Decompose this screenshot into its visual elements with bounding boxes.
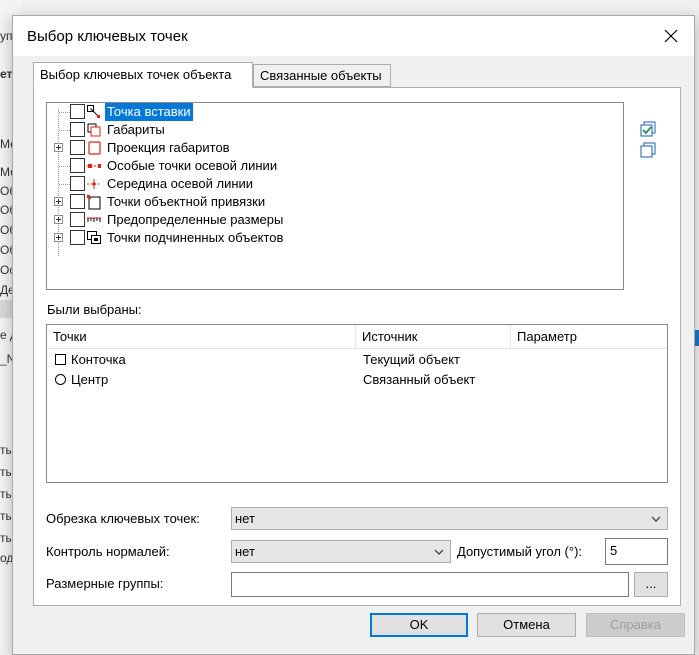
point-source: Текущий объект bbox=[363, 352, 460, 367]
axis-midpoint-icon bbox=[87, 179, 101, 189]
close-icon bbox=[664, 29, 678, 43]
column-header-source[interactable]: Источник bbox=[356, 325, 510, 349]
trim-select[interactable]: нет bbox=[231, 507, 668, 530]
column-header-points[interactable]: Точки bbox=[47, 325, 355, 349]
tree-item-label: Проекция габаритов bbox=[107, 140, 230, 155]
expand-icon[interactable] bbox=[54, 233, 63, 242]
axis-special-points-icon bbox=[87, 164, 101, 168]
angle-input[interactable]: 5 bbox=[605, 538, 668, 565]
key-points-dialog: Выбор ключевых точек Выбор ключевых точе… bbox=[12, 15, 695, 655]
uncheck-all-icon[interactable] bbox=[640, 142, 656, 158]
tree-item-label: Точка вставки bbox=[105, 103, 193, 121]
tree-item-label: Середина осевой линии bbox=[107, 176, 254, 191]
normals-select-value: нет bbox=[235, 544, 255, 559]
chevron-down-icon bbox=[434, 549, 444, 555]
tree-checkbox[interactable] bbox=[70, 158, 85, 173]
square-point-icon bbox=[55, 354, 66, 365]
subordinate-objects-icon bbox=[87, 231, 101, 244]
tree-item[interactable]: Середина осевой линии bbox=[47, 175, 623, 193]
selected-points-label: Были выбраны: bbox=[47, 302, 142, 317]
expand-icon[interactable] bbox=[54, 215, 63, 224]
point-source: Связанный объект bbox=[363, 372, 476, 387]
normals-select[interactable]: нет bbox=[231, 540, 451, 563]
trim-label: Обрезка ключевых точек: bbox=[46, 511, 200, 526]
help-button[interactable]: Справка bbox=[586, 613, 685, 637]
tab-panel: Точка вставки Габариты Проекция габарито… bbox=[33, 87, 681, 606]
normals-label: Контроль нормалей: bbox=[46, 544, 170, 559]
tree-branch bbox=[59, 130, 70, 131]
insert-point-icon bbox=[87, 105, 100, 118]
bounds-projection-icon bbox=[88, 141, 101, 155]
expand-icon[interactable] bbox=[54, 197, 63, 206]
angle-label: Допустимый угол (°): bbox=[457, 544, 583, 559]
check-all-icon[interactable] bbox=[640, 121, 656, 137]
list-item[interactable]: Конточка Текущий объект bbox=[47, 350, 667, 370]
browse-button[interactable]: ... bbox=[634, 572, 668, 597]
tree-item-label: Габариты bbox=[107, 122, 165, 137]
column-header-parameter[interactable]: Параметр bbox=[511, 325, 667, 349]
tree-checkbox[interactable] bbox=[70, 104, 85, 119]
tree-item-label: Точки объектной привязки bbox=[107, 194, 266, 209]
predefined-dimensions-icon bbox=[87, 217, 101, 222]
dimension-groups-label: Размерные группы: bbox=[46, 576, 164, 591]
circle-point-icon bbox=[55, 374, 66, 385]
chevron-down-icon bbox=[651, 516, 661, 522]
ok-button[interactable]: OK bbox=[370, 613, 468, 637]
object-snap-icon bbox=[86, 194, 101, 210]
tree-checkbox[interactable] bbox=[70, 176, 85, 191]
tree-branch bbox=[59, 166, 70, 167]
cancel-button[interactable]: Отмена bbox=[477, 613, 576, 637]
tree-item-label: Особые точки осевой линии bbox=[107, 158, 278, 173]
tree-item[interactable]: Точки объектной привязки bbox=[47, 193, 623, 211]
tab-key-points[interactable]: Выбор ключевых точек объекта bbox=[33, 62, 253, 88]
tree-branch bbox=[59, 112, 70, 113]
tree-branch bbox=[59, 184, 70, 185]
tree-item[interactable]: Особые точки осевой линии bbox=[47, 157, 623, 175]
trim-select-value: нет bbox=[235, 511, 255, 526]
dimension-groups-input[interactable] bbox=[231, 572, 629, 597]
tree-item-label: Точки подчиненных объектов bbox=[107, 230, 284, 245]
tree-checkbox[interactable] bbox=[70, 212, 85, 227]
title-bar: Выбор ключевых точек bbox=[13, 16, 694, 56]
tree-checkbox[interactable] bbox=[70, 140, 85, 155]
tree-item[interactable]: Точка вставки bbox=[47, 103, 623, 121]
tree-checkbox[interactable] bbox=[70, 230, 85, 245]
close-button[interactable] bbox=[648, 16, 694, 56]
key-points-tree[interactable]: Точка вставки Габариты Проекция габарито… bbox=[46, 102, 624, 290]
tree-item[interactable]: Предопределенные размеры bbox=[47, 211, 623, 229]
point-name: Центр bbox=[71, 372, 109, 387]
point-name: Конточка bbox=[71, 352, 126, 367]
tab-linked-objects[interactable]: Связанные объекты bbox=[253, 64, 391, 87]
tree-checkbox[interactable] bbox=[70, 194, 85, 209]
tree-checkbox[interactable] bbox=[70, 122, 85, 137]
tree-item[interactable]: Проекция габаритов bbox=[47, 139, 623, 157]
background-accent bbox=[695, 330, 699, 346]
bounds-icon bbox=[87, 123, 101, 137]
expand-icon[interactable] bbox=[54, 143, 63, 152]
selected-points-list[interactable]: Точки Источник Параметр Конточка Текущий… bbox=[46, 324, 668, 483]
tree-item[interactable]: Габариты bbox=[47, 121, 623, 139]
tree-item-label: Предопределенные размеры bbox=[107, 212, 284, 227]
list-item[interactable]: Центр Связанный объект bbox=[47, 370, 667, 390]
tree-item[interactable]: Точки подчиненных объектов bbox=[47, 229, 623, 247]
dialog-title: Выбор ключевых точек bbox=[27, 28, 188, 45]
list-header: Точки Источник Параметр bbox=[47, 325, 667, 349]
